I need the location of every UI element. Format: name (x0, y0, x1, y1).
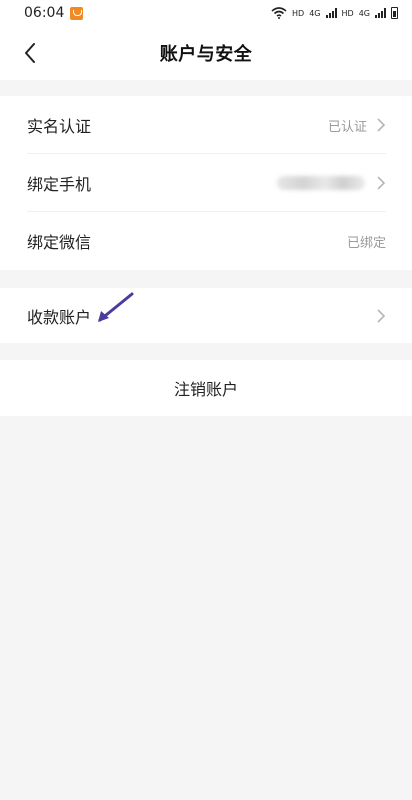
back-button[interactable] (16, 38, 44, 68)
annotation-arrow-icon (98, 292, 134, 322)
wifi-icon (271, 7, 287, 19)
status-time: 06:04 (24, 5, 65, 21)
header: 账户与安全 (0, 26, 412, 80)
bind-phone-label: 绑定手机 (27, 175, 92, 194)
signal-icon-1 (325, 8, 337, 18)
screen: 06:04 HD 4G HD 4G 账户与安全 实名认证 已认证 绑定手机 绑定… (0, 0, 412, 800)
bind-wechat-label: 绑定微信 (27, 233, 92, 252)
cancel-account-group: 注销账户 (0, 360, 412, 416)
account-settings-group: 实名认证 已认证 绑定手机 绑定微信 已绑定 (0, 96, 412, 270)
status-right: HD 4G HD 4G (271, 7, 398, 19)
notification-app-icon (70, 6, 84, 20)
bind-phone-row[interactable]: 绑定手机 (0, 154, 412, 212)
payment-group: 收款账户 (0, 288, 412, 343)
signal-icon-2 (375, 8, 386, 18)
phone-number-blurred (277, 176, 365, 190)
chevron-right-icon (377, 118, 386, 132)
payment-account-row[interactable]: 收款账户 (0, 288, 412, 343)
chevron-right-icon (377, 176, 386, 190)
real-name-label: 实名认证 (27, 117, 92, 136)
cancel-account-label: 注销账户 (173, 380, 238, 399)
chevron-left-icon (25, 43, 35, 63)
status-bar: 06:04 HD 4G HD 4G (0, 0, 412, 26)
page-title: 账户与安全 (159, 44, 253, 65)
status-left: 06:04 (24, 5, 84, 21)
hd-label-2: HD (341, 8, 354, 18)
network-type-2: 4G (358, 8, 370, 18)
real-name-status: 已认证 (327, 119, 367, 135)
real-name-row[interactable]: 实名认证 已认证 (0, 96, 412, 154)
bind-wechat-row[interactable]: 绑定微信 已绑定 (0, 212, 412, 270)
hd-label-1: HD (292, 8, 305, 18)
network-type-1: 4G (309, 8, 321, 18)
payment-account-label: 收款账户 (27, 307, 92, 327)
battery-icon (391, 7, 398, 19)
chevron-right-icon (377, 309, 386, 322)
bind-wechat-status: 已绑定 (346, 235, 386, 251)
cancel-account-button[interactable]: 注销账户 (0, 360, 412, 416)
